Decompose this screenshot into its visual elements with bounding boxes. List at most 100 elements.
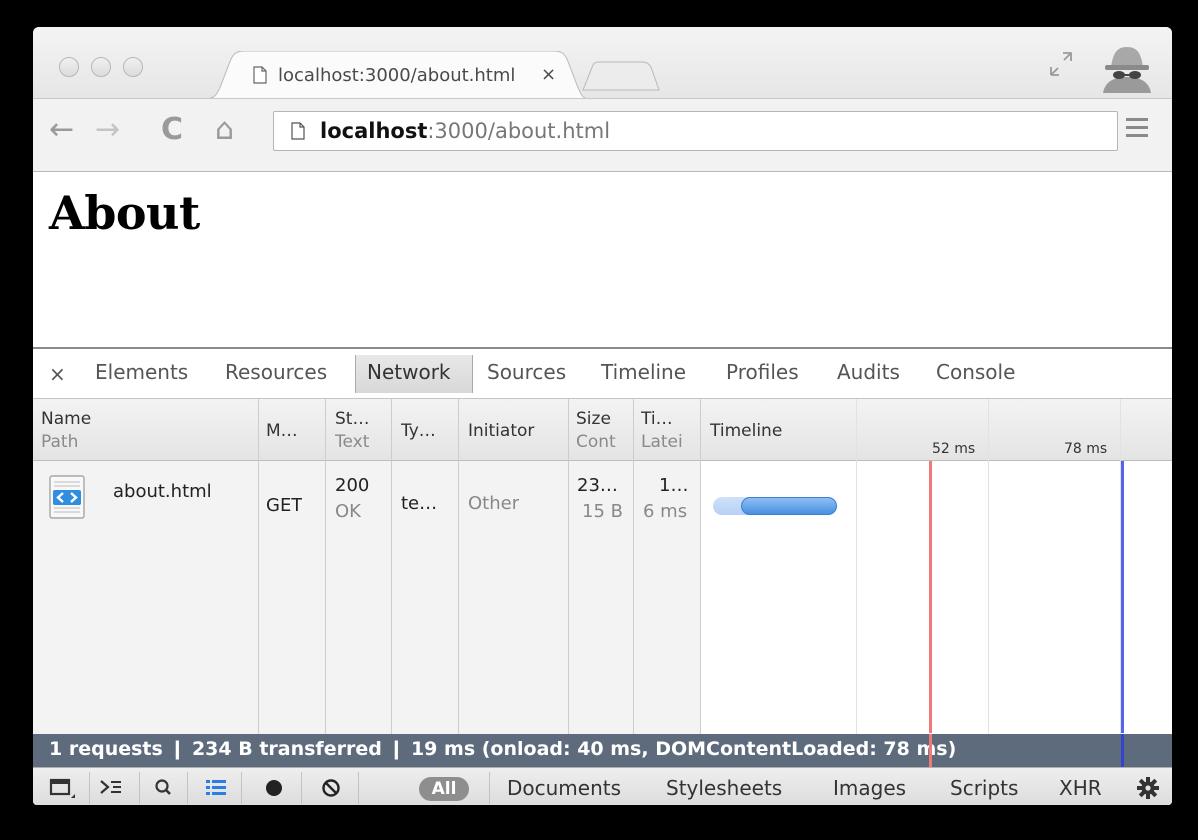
- col-size[interactable]: Size: [576, 409, 632, 429]
- col-path[interactable]: Path: [41, 432, 241, 452]
- menu-icon[interactable]: [1126, 118, 1148, 142]
- timeline-grid-line: [988, 399, 989, 734]
- row-size: 23…: [577, 475, 618, 496]
- divider: [358, 772, 359, 804]
- forward-icon[interactable]: →: [95, 115, 120, 145]
- reload-icon[interactable]: C: [161, 115, 183, 145]
- row-method: GET: [266, 495, 303, 516]
- tab-strip: localhost:3000/about.html ×: [33, 27, 1172, 99]
- col-name[interactable]: Name: [41, 409, 241, 429]
- tab-console[interactable]: Console: [936, 360, 1015, 384]
- minimize-window-button[interactable]: [91, 57, 111, 77]
- column-divider[interactable]: [568, 399, 569, 734]
- new-tab-button[interactable]: [581, 61, 661, 91]
- divider: [139, 772, 140, 804]
- onload-marker-line: [929, 461, 932, 733]
- page-icon: [291, 122, 305, 140]
- devtools-bottom-bar: All Documents Stylesheets Images Scripts…: [33, 767, 1172, 805]
- network-summary-text: 1 requests ❙ 234 B transferred ❙ 19 ms (…: [49, 738, 957, 760]
- tab-title: localhost:3000/about.html: [278, 65, 516, 86]
- settings-gear-icon[interactable]: [1127, 772, 1169, 804]
- network-grid: Name Path M… St… Text Ty… Initiator Size…: [33, 399, 1172, 734]
- network-summary-bar: 1 requests ❙ 234 B transferred ❙ 19 ms (…: [33, 734, 1172, 767]
- tab-audits[interactable]: Audits: [837, 360, 900, 384]
- onload-marker-line: [929, 734, 932, 767]
- devtools-tab-bar: × Elements Resources Network Sources Tim…: [33, 349, 1172, 399]
- column-divider[interactable]: [258, 399, 259, 734]
- domcontentloaded-marker-line: [1121, 734, 1124, 767]
- back-icon[interactable]: ←: [49, 115, 74, 145]
- row-type: te…: [401, 493, 438, 514]
- tab-timeline[interactable]: Timeline: [601, 360, 686, 384]
- html-file-icon: [49, 475, 85, 519]
- col-status[interactable]: St…: [335, 409, 391, 429]
- tab-profiles[interactable]: Profiles: [726, 360, 799, 384]
- page-content: About: [33, 172, 1172, 347]
- page-heading: About: [49, 186, 200, 240]
- tab-resources[interactable]: Resources: [225, 360, 327, 384]
- row-latency: 6 ms: [643, 501, 688, 522]
- close-window-button[interactable]: [59, 57, 79, 77]
- column-divider[interactable]: [391, 399, 392, 734]
- tick-label: 52 ms: [932, 441, 976, 457]
- filter-documents[interactable]: Documents: [507, 776, 621, 800]
- col-type[interactable]: Ty…: [401, 421, 453, 441]
- divider: [89, 772, 90, 804]
- timeline-grid-line: [856, 399, 857, 734]
- domcontentloaded-marker-line: [1121, 461, 1124, 733]
- divider: [187, 772, 188, 804]
- timeline-receiving-bar: [741, 497, 837, 515]
- col-initiator[interactable]: Initiator: [468, 421, 568, 441]
- col-method[interactable]: M…: [266, 421, 326, 441]
- zoom-window-button[interactable]: [123, 57, 143, 77]
- dock-icon[interactable]: [41, 772, 83, 804]
- browser-window: localhost:3000/about.html × ← → C ⌂ loca…: [33, 27, 1172, 805]
- col-latency[interactable]: Latei: [641, 432, 697, 452]
- divider: [301, 772, 302, 804]
- record-icon[interactable]: [253, 772, 295, 804]
- row-name[interactable]: about.html: [113, 481, 212, 502]
- address-bar[interactable]: localhost:3000/about.html ☆: [273, 111, 1118, 151]
- filter-xhr[interactable]: XHR: [1059, 776, 1102, 800]
- row-status-text: OK: [335, 501, 361, 522]
- network-grid-header: Name Path M… St… Text Ty… Initiator Size…: [33, 399, 1172, 461]
- tick-label: 78 ms: [1064, 441, 1108, 457]
- col-status-text[interactable]: Text: [335, 432, 391, 452]
- col-timeline[interactable]: Timeline: [710, 421, 830, 441]
- tab-network[interactable]: Network: [367, 360, 451, 384]
- tab-about[interactable]: localhost:3000/about.html ×: [203, 51, 589, 99]
- incognito-icon: [1103, 47, 1151, 93]
- column-divider[interactable]: [633, 399, 634, 734]
- devtools-close-icon[interactable]: ×: [49, 362, 66, 386]
- tab-close-icon[interactable]: ×: [541, 64, 556, 85]
- row-initiator[interactable]: Other: [468, 493, 519, 514]
- column-divider[interactable]: [700, 399, 701, 734]
- row-time: 1…: [659, 475, 689, 496]
- devtools-panel: × Elements Resources Network Sources Tim…: [33, 347, 1172, 805]
- column-divider[interactable]: [325, 399, 326, 734]
- fullscreen-icon[interactable]: [1047, 49, 1077, 79]
- url-text: localhost:3000/about.html: [320, 119, 610, 143]
- filter-all-button[interactable]: All: [419, 777, 469, 801]
- url-path: :3000/about.html: [427, 119, 611, 143]
- clear-icon[interactable]: [310, 772, 352, 804]
- col-content[interactable]: Cont: [576, 432, 632, 452]
- col-time[interactable]: Ti…: [641, 409, 697, 429]
- tab-elements[interactable]: Elements: [95, 360, 188, 384]
- tab-sources[interactable]: Sources: [487, 360, 566, 384]
- filter-scripts[interactable]: Scripts: [950, 776, 1018, 800]
- home-icon[interactable]: ⌂: [215, 115, 234, 145]
- filter-stylesheets[interactable]: Stylesheets: [666, 776, 782, 800]
- row-status: 200: [335, 475, 370, 496]
- search-icon[interactable]: [143, 772, 185, 804]
- column-divider[interactable]: [458, 399, 459, 734]
- console-drawer-icon[interactable]: [91, 772, 133, 804]
- divider: [489, 772, 490, 804]
- filter-images[interactable]: Images: [833, 776, 906, 800]
- page-icon: [253, 66, 267, 84]
- browser-toolbar: ← → C ⌂ localhost:3000/about.html ☆: [33, 98, 1172, 172]
- list-view-icon[interactable]: [195, 772, 237, 804]
- row-content: 15 B: [582, 501, 623, 522]
- url-host: localhost: [320, 119, 428, 143]
- divider: [241, 772, 242, 804]
